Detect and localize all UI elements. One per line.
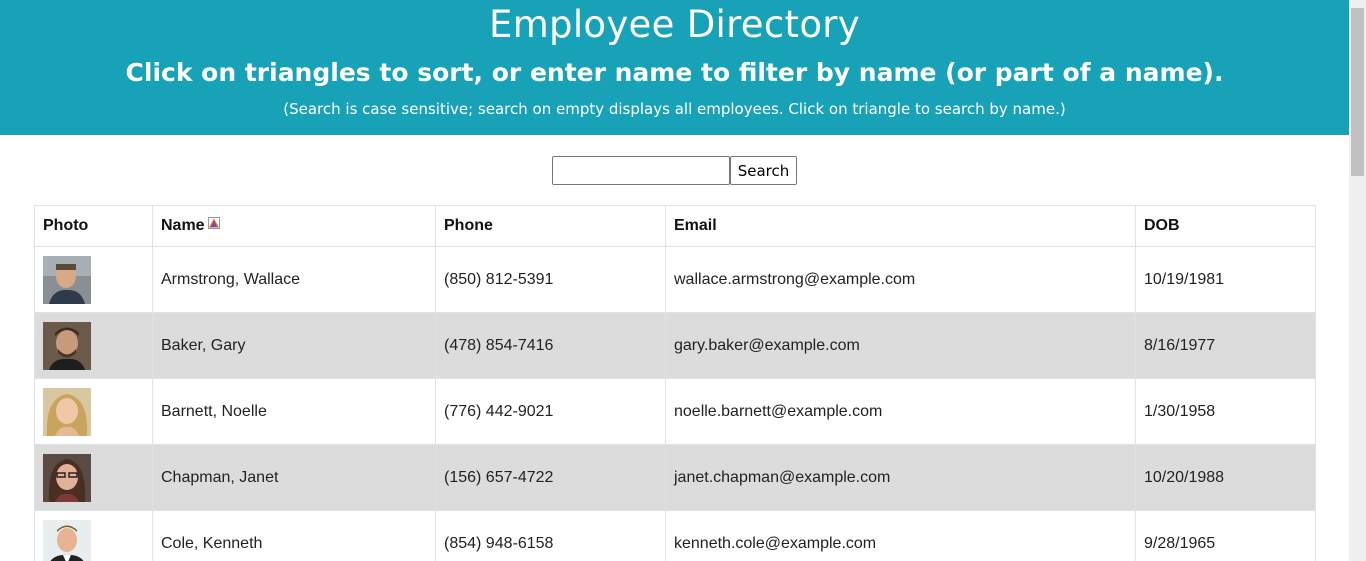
name-cell: Cole, Kenneth: [152, 510, 436, 561]
page-header: Employee Directory Click on triangles to…: [0, 0, 1349, 135]
page-subtitle: Click on triangles to sort, or enter nam…: [125, 58, 1224, 87]
column-header-name[interactable]: Name: [152, 205, 436, 247]
column-header-dob: DOB: [1135, 205, 1316, 247]
dob-cell: 10/20/1988: [1135, 444, 1316, 511]
avatar: [43, 321, 91, 370]
phone-cell: (478) 854-7416: [435, 312, 666, 379]
column-header-photo: Photo: [34, 205, 153, 247]
table-row: Baker, Gary (478) 854-7416 gary.baker@ex…: [34, 312, 1316, 379]
email-cell: wallace.armstrong@example.com: [665, 246, 1136, 313]
column-header-email: Email: [665, 205, 1136, 247]
search-bar: Search: [0, 135, 1349, 205]
page: Employee Directory Click on triangles to…: [0, 0, 1349, 561]
photo-cell: [34, 378, 153, 445]
email-cell: gary.baker@example.com: [665, 312, 1136, 379]
avatar: [43, 453, 91, 502]
dob-cell: 10/19/1981: [1135, 246, 1316, 313]
phone-cell: (156) 657-4722: [435, 444, 666, 511]
name-cell: Armstrong, Wallace: [152, 246, 436, 313]
avatar: [43, 519, 91, 561]
employee-table: Photo Name Phone Email DOB Armstrong, Wa…: [34, 205, 1316, 561]
photo-cell: [34, 444, 153, 511]
table-row: Cole, Kenneth (854) 948-6158 kenneth.col…: [34, 510, 1316, 561]
email-cell: janet.chapman@example.com: [665, 444, 1136, 511]
column-header-phone: Phone: [435, 205, 666, 247]
photo-cell: [34, 246, 153, 313]
triangle-up-icon[interactable]: [207, 216, 220, 234]
email-cell: noelle.barnett@example.com: [665, 378, 1136, 445]
vertical-scrollbar[interactable]: [1349, 0, 1366, 561]
photo-cell: [34, 312, 153, 379]
phone-cell: (850) 812-5391: [435, 246, 666, 313]
avatar: [43, 387, 91, 436]
name-cell: Baker, Gary: [152, 312, 436, 379]
table-row: Armstrong, Wallace (850) 812-5391 wallac…: [34, 246, 1316, 313]
phone-cell: (854) 948-6158: [435, 510, 666, 561]
scrollbar-thumb[interactable]: [1351, 8, 1364, 176]
search-note: (Search is case sensitive; search on emp…: [283, 100, 1066, 118]
table-row: Chapman, Janet (156) 657-4722 janet.chap…: [34, 444, 1316, 511]
photo-cell: [34, 510, 153, 561]
search-button[interactable]: Search: [729, 156, 798, 185]
email-cell: kenneth.cole@example.com: [665, 510, 1136, 561]
phone-cell: (776) 442-9021: [435, 378, 666, 445]
column-header-name-label: Name: [161, 217, 205, 234]
name-cell: Barnett, Noelle: [152, 378, 436, 445]
avatar: [43, 255, 91, 304]
name-cell: Chapman, Janet: [152, 444, 436, 511]
table-row: Barnett, Noelle (776) 442-9021 noelle.ba…: [34, 378, 1316, 445]
search-input[interactable]: [551, 156, 730, 185]
table-header-row: Photo Name Phone Email DOB: [34, 205, 1316, 247]
dob-cell: 8/16/1977: [1135, 312, 1316, 379]
page-title: Employee Directory: [489, 3, 860, 46]
dob-cell: 9/28/1965: [1135, 510, 1316, 561]
dob-cell: 1/30/1958: [1135, 378, 1316, 445]
